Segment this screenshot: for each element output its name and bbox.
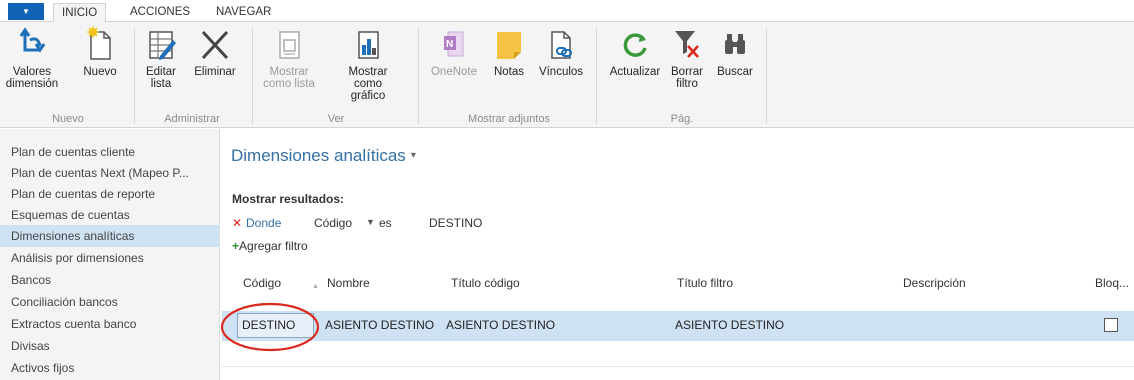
onenote-button[interactable]: N OneNote bbox=[428, 26, 480, 78]
group-label-mostrar-adjuntos: Mostrar adjuntos bbox=[468, 113, 550, 125]
eliminar-button[interactable]: Eliminar bbox=[192, 26, 238, 78]
nav-item-plan-cuentas-cliente[interactable]: Plan de cuentas cliente bbox=[0, 141, 219, 163]
filter-heading: Mostrar resultados: bbox=[232, 192, 345, 206]
bloqueado-checkbox[interactable] bbox=[1104, 318, 1118, 332]
nav-item-activos-fijos[interactable]: Activos fijos bbox=[0, 357, 219, 379]
notas-button[interactable]: Notas bbox=[490, 26, 528, 78]
valores-dimension-label: Valores dimensión bbox=[5, 66, 59, 90]
filter-value[interactable]: DESTINO bbox=[429, 216, 482, 230]
actualizar-button[interactable]: Actualizar bbox=[606, 26, 664, 78]
list-view-icon bbox=[260, 26, 318, 66]
mostrar-como-lista-button[interactable]: Mostrar como lista bbox=[260, 26, 318, 90]
filter-field-dropdown-icon[interactable]: ▼ bbox=[366, 217, 375, 227]
svg-text:N: N bbox=[446, 39, 453, 50]
nav-item-divisas[interactable]: Divisas bbox=[0, 335, 219, 357]
editar-lista-label: Editar lista bbox=[145, 66, 177, 90]
filter-donde-link[interactable]: Donde bbox=[246, 216, 281, 230]
ribbon: Valores dimensión Nuevo Editar lista Eli… bbox=[0, 22, 1134, 128]
column-header-titulo-codigo[interactable]: Título código bbox=[451, 276, 520, 290]
dimension-values-icon bbox=[4, 26, 60, 66]
edit-list-icon bbox=[143, 26, 179, 66]
column-header-bloqueado[interactable]: Bloq... bbox=[1095, 276, 1129, 290]
navigation-pane: Plan de cuentas cliente Plan de cuentas … bbox=[0, 129, 220, 380]
group-label-ver: Ver bbox=[327, 113, 345, 125]
column-header-codigo[interactable]: Código bbox=[243, 276, 281, 290]
filter-operator: es bbox=[379, 216, 392, 230]
nav-item-dimensiones-analiticas[interactable]: Dimensiones analíticas bbox=[0, 225, 219, 247]
cell-titulo-codigo[interactable]: ASIENTO DESTINO bbox=[446, 318, 555, 332]
mostrar-como-grafico-button[interactable]: Mostrar como gráfico bbox=[325, 26, 411, 102]
nav-item-analisis-dimensiones[interactable]: Análisis por dimensiones bbox=[0, 247, 219, 269]
sort-indicator-icon: ▲ bbox=[312, 283, 319, 290]
vinculos-label: Vínculos bbox=[538, 66, 584, 78]
borrar-filtro-label: Borrar filtro bbox=[671, 66, 703, 90]
nuevo-button[interactable]: Nuevo bbox=[82, 26, 118, 78]
vinculos-button[interactable]: Vínculos bbox=[536, 26, 586, 78]
note-icon bbox=[490, 26, 528, 66]
remove-filter-icon[interactable]: ✕ bbox=[232, 216, 242, 230]
borrar-filtro-button[interactable]: Borrar filtro bbox=[666, 26, 708, 90]
editar-lista-button[interactable]: Editar lista bbox=[143, 26, 179, 90]
binoculars-icon bbox=[714, 26, 756, 66]
tab-navegar[interactable]: NAVEGAR bbox=[208, 3, 279, 23]
onenote-label: OneNote bbox=[430, 66, 478, 78]
tab-acciones[interactable]: ACCIONES bbox=[122, 3, 198, 23]
chart-view-icon bbox=[325, 26, 411, 66]
clear-filter-icon bbox=[666, 26, 708, 66]
plus-icon: + bbox=[232, 239, 240, 253]
refresh-icon bbox=[606, 26, 664, 66]
new-document-icon bbox=[82, 26, 118, 66]
group-separator bbox=[766, 28, 767, 124]
page-title[interactable]: Dimensiones analíticas ▾ bbox=[231, 146, 416, 166]
group-label-nuevo: Nuevo bbox=[52, 113, 84, 125]
mostrar-como-lista-label: Mostrar como lista bbox=[263, 66, 315, 90]
valores-dimension-button[interactable]: Valores dimensión bbox=[4, 26, 60, 90]
page-title-text: Dimensiones analíticas bbox=[231, 146, 406, 165]
column-header-nombre[interactable]: Nombre bbox=[327, 276, 370, 290]
nav-item-plan-cuentas-reporte[interactable]: Plan de cuentas de reporte bbox=[0, 183, 219, 205]
buscar-button[interactable]: Buscar bbox=[714, 26, 756, 78]
row-divider bbox=[222, 366, 1134, 367]
cell-nombre[interactable]: ASIENTO DESTINO bbox=[325, 318, 434, 332]
cell-titulo-filtro[interactable]: ASIENTO DESTINO bbox=[675, 318, 784, 332]
filter-field-select[interactable]: Código bbox=[314, 216, 352, 230]
annotation-ellipse bbox=[220, 302, 320, 352]
buscar-label: Buscar bbox=[717, 66, 753, 78]
link-icon bbox=[536, 26, 586, 66]
ribbon-tab-bar: ▼ INICIO ACCIONES NAVEGAR bbox=[0, 0, 1134, 23]
nuevo-label: Nuevo bbox=[83, 66, 117, 78]
group-separator bbox=[252, 28, 253, 124]
group-separator bbox=[134, 28, 135, 124]
group-label-administrar: Administrar bbox=[164, 113, 220, 125]
add-filter-button[interactable]: +Agregar filtro bbox=[232, 239, 308, 253]
group-separator bbox=[418, 28, 419, 124]
tab-inicio[interactable]: INICIO bbox=[53, 3, 107, 23]
nav-item-bancos[interactable]: Bancos bbox=[0, 269, 219, 291]
nav-item-extractos-cuenta-banco[interactable]: Extractos cuenta banco bbox=[0, 313, 219, 335]
onenote-icon: N bbox=[428, 26, 480, 66]
dropdown-arrow-icon: ▼ bbox=[22, 7, 30, 16]
delete-x-icon bbox=[192, 26, 238, 66]
group-label-pag: Pág. bbox=[670, 113, 694, 125]
nav-item-plan-cuentas-next[interactable]: Plan de cuentas Next (Mapeo P... bbox=[0, 162, 219, 184]
column-header-descripcion[interactable]: Descripción bbox=[903, 276, 966, 290]
add-filter-label: Agregar filtro bbox=[239, 239, 308, 253]
mostrar-como-grafico-label: Mostrar como gráfico bbox=[348, 66, 388, 102]
app-menu-button[interactable]: ▼ bbox=[8, 3, 44, 20]
group-separator bbox=[596, 28, 597, 124]
title-dropdown-icon[interactable]: ▾ bbox=[411, 150, 416, 161]
eliminar-label: Eliminar bbox=[194, 66, 236, 78]
notas-label: Notas bbox=[493, 66, 525, 78]
actualizar-label: Actualizar bbox=[609, 66, 661, 78]
column-header-titulo-filtro[interactable]: Título filtro bbox=[677, 276, 733, 290]
nav-item-esquemas-cuentas[interactable]: Esquemas de cuentas bbox=[0, 204, 219, 226]
nav-item-conciliacion-bancos[interactable]: Conciliación bancos bbox=[0, 291, 219, 313]
